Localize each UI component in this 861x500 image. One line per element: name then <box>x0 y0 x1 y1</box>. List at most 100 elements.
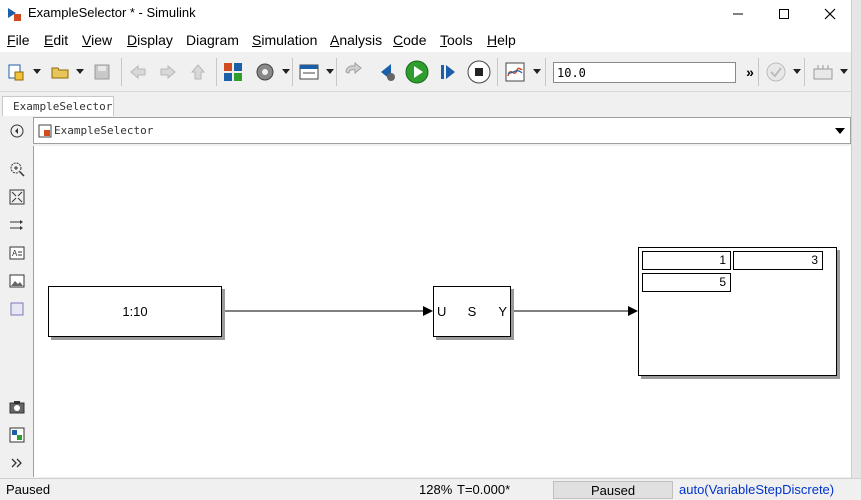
route-lines-button[interactable] <box>8 216 25 233</box>
text-annotation-icon: A <box>9 246 24 259</box>
tab-exampleselector[interactable]: ExampleSelector <box>2 96 114 116</box>
menu-view[interactable]: View <box>82 32 112 48</box>
annotation-button[interactable]: A <box>8 244 25 261</box>
menu-tools[interactable]: Tools <box>440 32 473 48</box>
model-browser-button[interactable] <box>8 426 25 443</box>
display-cell: 5 <box>642 273 731 292</box>
toolbar-more-button[interactable]: » <box>740 60 760 84</box>
constant-value: 1:10 <box>122 304 148 319</box>
back-circle-icon <box>10 124 23 137</box>
minimize-icon <box>733 13 743 15</box>
open-dropdown-arrow-icon[interactable] <box>76 69 84 74</box>
screenshot-button[interactable] <box>8 398 25 415</box>
display-input-arrow-icon <box>628 306 638 316</box>
model-browser-icon <box>9 427 24 442</box>
new-model-button[interactable] <box>4 60 28 84</box>
new-dropdown-arrow-icon[interactable] <box>33 69 41 74</box>
model-settings-button[interactable] <box>253 60 277 84</box>
menu-bar: File Edit View Display Diagram Simulatio… <box>0 28 861 52</box>
menu-analysis[interactable]: Analysis <box>330 32 382 48</box>
check-model-button[interactable] <box>764 60 788 84</box>
model-tab-strip: ExampleSelector <box>0 94 861 116</box>
left-palette: A <box>0 116 32 478</box>
address-bar[interactable]: ExampleSelector <box>33 117 851 144</box>
step-back-button[interactable] <box>375 60 399 84</box>
status-state: Paused <box>6 482 51 497</box>
selector-output-port-label: Y <box>498 304 507 319</box>
up-button[interactable] <box>186 60 210 84</box>
fit-view-icon <box>9 189 24 204</box>
run-progress-indicator: Paused <box>553 481 673 499</box>
chevron-down-icon[interactable] <box>835 127 845 135</box>
forward-arrow-icon <box>160 64 176 80</box>
area-box-icon <box>10 302 23 315</box>
minimize-button[interactable] <box>715 0 761 28</box>
back-arrow-icon <box>130 64 146 80</box>
menu-display[interactable]: Display <box>127 32 173 48</box>
open-button[interactable] <box>48 60 72 84</box>
save-button[interactable] <box>90 60 114 84</box>
model-explorer-button[interactable] <box>297 60 321 84</box>
folder-icon <box>51 67 69 79</box>
new-model-icon <box>8 64 24 81</box>
menu-file[interactable]: File <box>7 32 30 48</box>
expand-palette-button[interactable] <box>8 454 25 471</box>
settings-dropdown-arrow-icon[interactable] <box>282 69 290 74</box>
camera-icon <box>9 400 24 413</box>
display-block[interactable]: 1 3 5 <box>638 247 837 376</box>
back-button[interactable] <box>126 60 150 84</box>
constant-block[interactable]: 1:10 <box>48 286 222 337</box>
update-diagram-button[interactable] <box>342 60 366 84</box>
run-play-icon <box>405 60 429 84</box>
image-button[interactable] <box>8 272 25 289</box>
data-inspector-icon <box>505 62 525 82</box>
display-cell: 3 <box>733 251 823 270</box>
menu-diagram[interactable]: Diagram <box>186 32 239 48</box>
menu-help[interactable]: Help <box>487 32 516 48</box>
explorer-dropdown-arrow-icon[interactable] <box>326 69 334 74</box>
build-grid-icon <box>813 65 833 80</box>
area-button[interactable] <box>8 300 25 317</box>
stop-time-input[interactable] <box>553 62 736 83</box>
forward-button[interactable] <box>156 60 180 84</box>
maximize-icon <box>779 9 789 19</box>
deploy-dropdown-arrow-icon[interactable] <box>840 69 848 74</box>
library-browser-icon <box>224 63 242 81</box>
fit-to-view-button[interactable] <box>8 188 25 205</box>
up-arrow-icon <box>190 64 206 80</box>
stop-button[interactable] <box>467 60 491 84</box>
menu-simulation[interactable]: Simulation <box>252 32 317 48</box>
display-cell: 1 <box>642 251 731 270</box>
stop-icon <box>467 60 491 84</box>
check-dropdown-arrow-icon[interactable] <box>793 69 801 74</box>
menu-code[interactable]: Code <box>393 32 426 48</box>
checkmark-icon <box>766 62 786 82</box>
hide-show-browser-button[interactable] <box>8 122 25 139</box>
inspector-dropdown-arrow-icon[interactable] <box>533 69 541 74</box>
selector-block[interactable]: U S Y <box>433 286 511 337</box>
update-diagram-icon <box>345 61 362 75</box>
menu-edit[interactable]: Edit <box>44 32 68 48</box>
title-bar: ExampleSelector * - Simulink <box>0 0 861 28</box>
run-button[interactable] <box>405 60 429 84</box>
solver-link[interactable]: auto(VariableStepDiscrete) <box>679 482 834 497</box>
address-path: ExampleSelector <box>54 124 154 137</box>
step-forward-button[interactable] <box>436 60 460 84</box>
data-inspector-button[interactable] <box>503 60 527 84</box>
arrows-right-icon <box>9 219 23 230</box>
close-button[interactable] <box>807 0 853 28</box>
simulation-time: T=0.000* <box>457 482 511 497</box>
model-canvas[interactable]: 1:10 U S Y 1 3 5 <box>33 146 851 477</box>
deploy-button[interactable] <box>811 60 835 84</box>
library-browser-button[interactable] <box>221 60 245 84</box>
chevron-double-right-icon <box>11 458 22 467</box>
image-icon <box>9 274 24 287</box>
model-icon <box>38 124 52 138</box>
close-icon <box>824 8 836 20</box>
zoom-level: 128% <box>419 482 453 497</box>
zoom-button[interactable] <box>8 160 25 177</box>
maximize-button[interactable] <box>761 0 807 28</box>
window-title: ExampleSelector * - Simulink <box>28 5 196 20</box>
vertical-scrollbar[interactable] <box>851 0 861 478</box>
step-back-icon <box>381 64 395 81</box>
